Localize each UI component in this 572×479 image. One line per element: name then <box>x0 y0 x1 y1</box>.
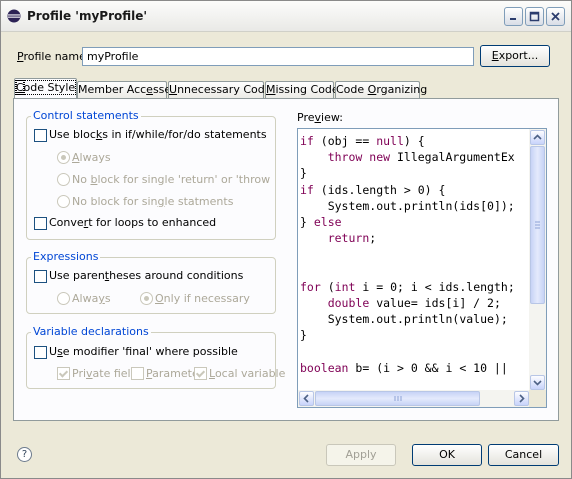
tab-code-organizing[interactable]: Code Organizing <box>335 81 427 98</box>
code-line: } <box>300 166 307 181</box>
cancel-button[interactable]: Cancel <box>488 444 559 466</box>
tab-unnecessary-code[interactable]: Unnecessary Code <box>168 81 271 98</box>
code-line: } <box>300 328 307 343</box>
expressions-title: Expressions <box>31 250 101 263</box>
use-blocks-checkbox[interactable] <box>34 129 47 142</box>
scroll-up-button[interactable] <box>530 130 545 145</box>
local-variable-checkbox[interactable] <box>194 367 207 380</box>
vertical-scroll-thumb[interactable] <box>530 146 545 304</box>
always-radio[interactable] <box>57 151 70 164</box>
no-block-return-radio[interactable] <box>57 173 70 186</box>
chevron-down-icon <box>533 380 542 386</box>
profile-name-input[interactable]: myProfile <box>82 47 474 66</box>
code-keyword: new <box>369 150 391 165</box>
use-parentheses-checkbox[interactable] <box>34 270 47 283</box>
code-keyword: throw <box>327 150 363 165</box>
grip-icon <box>394 396 402 401</box>
private-field-label: Private field <box>72 367 138 380</box>
export-button[interactable]: Export... <box>480 45 550 67</box>
code-keyword: for <box>300 279 321 294</box>
code-line: System.out.println(ids[0]); <box>327 198 515 213</box>
chevron-left-icon <box>303 394 309 403</box>
local-variable-label: Local variable <box>209 367 286 380</box>
window-title: Profile 'myProfile' <box>27 9 148 23</box>
only-if-necessary-radio[interactable] <box>140 292 153 305</box>
scroll-right-button[interactable] <box>514 391 529 406</box>
minimize-button[interactable] <box>504 7 523 26</box>
apply-button[interactable]: Apply <box>326 444 396 466</box>
code-keyword: if <box>300 182 314 197</box>
convert-loops-checkbox[interactable] <box>34 217 47 230</box>
profile-dialog: Profile 'myProfile' Profile name: myProf… <box>0 0 572 479</box>
expressions-group <box>26 257 276 314</box>
tab-missing-code[interactable]: Missing Code <box>265 81 339 98</box>
code-line: boolean b= (i > 0 && i < 10 || <box>300 360 508 375</box>
horizontal-scroll-thumb[interactable] <box>315 391 480 406</box>
code-keyword: int <box>334 279 356 294</box>
minimize-icon <box>510 18 516 20</box>
title-bar[interactable]: Profile 'myProfile' <box>1 1 571 32</box>
variable-declarations-group <box>26 332 276 389</box>
eclipse-icon <box>7 9 21 23</box>
close-button[interactable] <box>546 7 565 26</box>
help-icon[interactable]: ? <box>17 447 32 462</box>
code-line: double value= ids[i] / 2; <box>327 296 501 311</box>
code-keyword: double <box>327 296 370 311</box>
use-final-checkbox[interactable] <box>34 346 47 359</box>
parameter-checkbox[interactable] <box>131 367 144 380</box>
code-keyword: null <box>376 134 404 148</box>
use-final-label: Use modifier 'final' where possible <box>49 345 238 358</box>
variable-declarations-title: Variable declarations <box>31 325 151 338</box>
preview-label: Preview: <box>297 111 343 124</box>
horizontal-scrollbar[interactable] <box>298 390 530 407</box>
expr-always-radio[interactable] <box>57 292 70 305</box>
close-icon <box>551 12 560 21</box>
scroll-left-button[interactable] <box>299 391 314 406</box>
code-line: for (int i = 0; i < ids.length; <box>300 279 515 294</box>
chevron-right-icon <box>519 394 525 403</box>
ok-button[interactable]: OK <box>412 444 482 466</box>
profile-name-label: Profile name: <box>17 50 90 63</box>
code-keyword: return <box>327 231 370 246</box>
code-line: } else <box>300 215 342 230</box>
preview-code-area[interactable]: if (obj == null) { throw new IllegalArgu… <box>297 128 547 408</box>
code-line: if (ids.length > 0) { <box>300 182 446 197</box>
expr-always-label: Always <box>72 292 111 305</box>
code-keyword: if <box>300 134 314 148</box>
scroll-corner <box>529 390 546 407</box>
preview-code: if (obj == null) { throw new IllegalArgu… <box>300 133 515 376</box>
grip-icon <box>535 221 540 229</box>
use-blocks-label: Use blocks in if/while/for/do statements <box>49 128 267 141</box>
only-if-necessary-label: Only if necessary <box>155 292 250 305</box>
control-statements-title: Control statements <box>31 109 141 122</box>
vertical-scrollbar[interactable] <box>529 129 546 392</box>
use-parentheses-label: Use parentheses around conditions <box>49 269 244 282</box>
code-keyword: else <box>313 215 342 230</box>
code-line: System.out.println(value); <box>327 312 508 327</box>
scroll-down-button[interactable] <box>530 375 545 390</box>
code-keyword: boolean <box>300 360 349 375</box>
code-line: throw new IllegalArgumentEx <box>327 150 515 165</box>
private-field-checkbox[interactable] <box>57 367 70 380</box>
code-line: return; <box>327 231 377 246</box>
tab-member-accesses[interactable]: Member Accesses <box>77 81 177 98</box>
maximize-button[interactable] <box>525 7 544 26</box>
code-line: if (obj == null) { <box>300 134 425 148</box>
convert-loops-label: Convert for loops to enhanced <box>49 216 217 229</box>
no-block-single-radio[interactable] <box>57 195 70 208</box>
always-label: Always <box>72 151 111 164</box>
tab-code-style[interactable]: Code Style <box>14 78 77 98</box>
no-block-return-label: No block for single 'return' or 'throw' … <box>72 173 271 186</box>
no-block-single-label: No block for single statments <box>72 195 234 208</box>
maximize-icon <box>529 11 540 22</box>
chevron-up-icon <box>533 134 542 140</box>
parameter-label: Paramete <box>146 367 199 380</box>
